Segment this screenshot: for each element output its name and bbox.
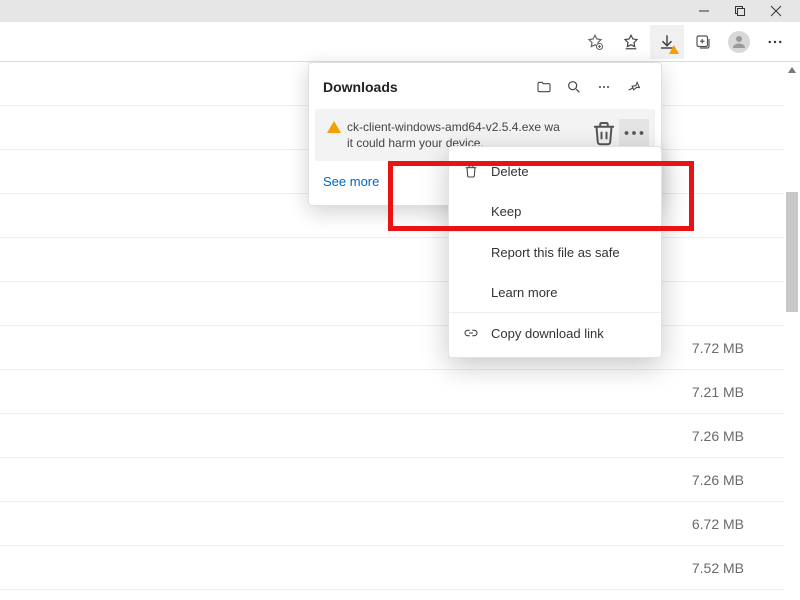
more-menu-button[interactable] (758, 25, 792, 59)
warning-icon (321, 119, 347, 133)
menu-learn-more[interactable]: Learn more (449, 272, 661, 312)
list-item[interactable]: 7.26 MB (0, 458, 784, 502)
menu-label: Delete (491, 164, 529, 179)
file-size: 7.26 MB (692, 428, 744, 444)
see-more-link[interactable]: See more (323, 174, 379, 189)
menu-keep[interactable]: Keep (449, 191, 661, 231)
download-context-menu: Delete Keep Report this file as safe Lea… (448, 146, 662, 358)
favorites-button[interactable] (614, 25, 648, 59)
list-item[interactable] (0, 238, 784, 282)
search-downloads-button[interactable] (559, 73, 589, 101)
link-icon (463, 325, 479, 341)
file-size: 6.72 MB (692, 516, 744, 532)
list-item[interactable] (0, 282, 784, 326)
menu-label: Copy download link (491, 326, 604, 341)
download-more-button[interactable] (619, 119, 649, 147)
list-item[interactable]: 7.52 MB (0, 546, 784, 590)
maximize-button[interactable] (722, 0, 758, 22)
profile-button[interactable] (722, 25, 756, 59)
file-size: 7.21 MB (692, 384, 744, 400)
downloads-more-button[interactable] (589, 73, 619, 101)
downloads-title: Downloads (323, 79, 529, 95)
scrollbar[interactable] (784, 62, 800, 600)
list-item[interactable]: 7.21 MB (0, 370, 784, 414)
list-item[interactable]: 7.26 MB (0, 414, 784, 458)
add-favorite-button[interactable] (578, 25, 612, 59)
window-titlebar (0, 0, 800, 22)
warning-badge-icon (669, 45, 679, 54)
menu-label: Keep (491, 204, 521, 219)
menu-delete[interactable]: Delete (449, 151, 661, 191)
collections-button[interactable] (686, 25, 720, 59)
menu-label: Report this file as safe (491, 245, 620, 260)
scrollbar-thumb[interactable] (786, 192, 798, 312)
pin-downloads-button[interactable] (619, 73, 649, 101)
list-item[interactable]: 7.72 MB (0, 326, 784, 370)
delete-download-button[interactable] (589, 119, 619, 147)
avatar-icon (728, 31, 750, 53)
trash-icon (463, 163, 479, 179)
file-size: 7.26 MB (692, 472, 744, 488)
file-size: 7.72 MB (692, 340, 744, 356)
menu-copy-link[interactable]: Copy download link (449, 313, 661, 353)
minimize-button[interactable] (686, 0, 722, 22)
file-size: 7.52 MB (692, 560, 744, 576)
close-button[interactable] (758, 0, 794, 22)
open-folder-button[interactable] (529, 73, 559, 101)
list-item[interactable]: 6.72 MB (0, 502, 784, 546)
menu-label: Learn more (491, 285, 557, 300)
menu-report-safe[interactable]: Report this file as safe (449, 232, 661, 272)
downloads-button[interactable] (650, 25, 684, 59)
browser-toolbar (0, 22, 800, 62)
scroll-up-icon[interactable] (784, 62, 800, 78)
